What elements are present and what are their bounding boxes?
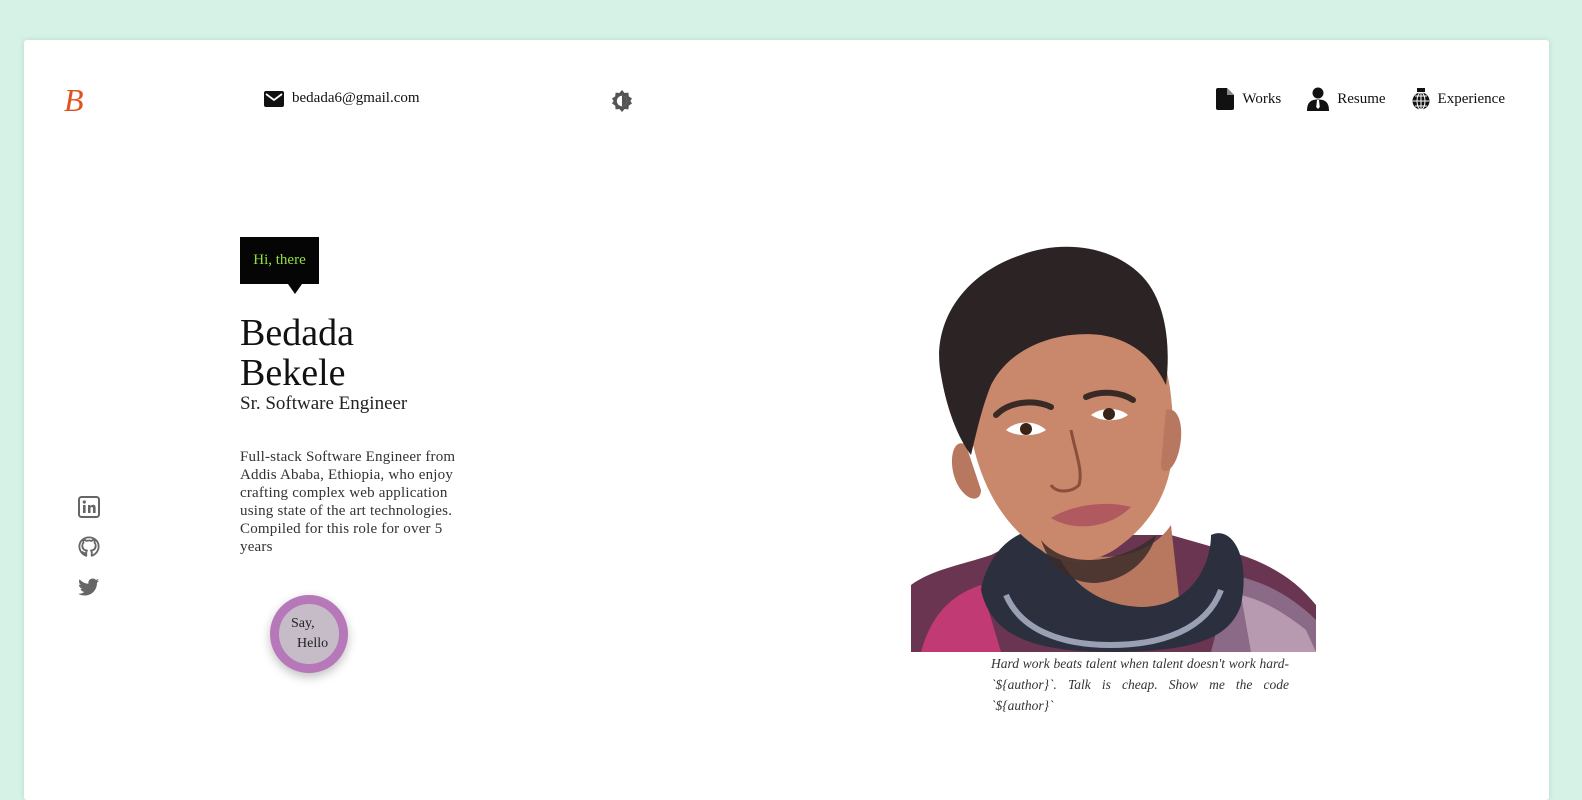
twitter-icon[interactable] <box>78 576 100 598</box>
say-hello-line2: Hello <box>297 636 329 651</box>
nav-works[interactable]: Works <box>1216 88 1281 110</box>
first-name: Bedada <box>240 312 354 354</box>
linkedin-icon[interactable] <box>78 496 100 518</box>
brightness-icon[interactable] <box>610 89 634 113</box>
greeting-bubble: Hi, there <box>240 237 319 294</box>
person-icon <box>1307 87 1330 111</box>
job-title: Sr. Software Engineer <box>240 393 408 414</box>
main-card: B bedada6@gmail.com Works Resume Experie… <box>24 40 1549 800</box>
nav-experience[interactable]: Experience <box>1412 88 1505 110</box>
portrait-illustration <box>911 246 1316 652</box>
say-hello-line1: Say, <box>291 616 315 631</box>
document-icon <box>1216 88 1235 110</box>
email-text: bedada6@gmail.com <box>292 90 420 106</box>
svg-text:B: B <box>64 82 84 118</box>
mail-icon <box>264 90 284 107</box>
bio-text: Full-stack Software Engineer from Addis … <box>240 449 456 555</box>
github-icon[interactable] <box>78 536 100 558</box>
email-link[interactable]: bedada6@gmail.com <box>264 90 420 107</box>
nav-works-label: Works <box>1242 90 1282 107</box>
nav-experience-label: Experience <box>1437 90 1505 107</box>
logo-icon[interactable]: B <box>62 82 90 118</box>
last-name: Bekele <box>240 352 346 394</box>
main-nav: Works Resume Experience <box>1216 87 1505 111</box>
say-hello-button[interactable]: Say, Hello <box>270 595 348 673</box>
social-links <box>78 496 100 598</box>
nav-resume[interactable]: Resume <box>1307 87 1386 111</box>
globe-icon <box>1412 88 1430 110</box>
nav-resume-label: Resume <box>1337 90 1386 107</box>
quote-text: Hard work beats talent when talent doesn… <box>991 656 1289 713</box>
